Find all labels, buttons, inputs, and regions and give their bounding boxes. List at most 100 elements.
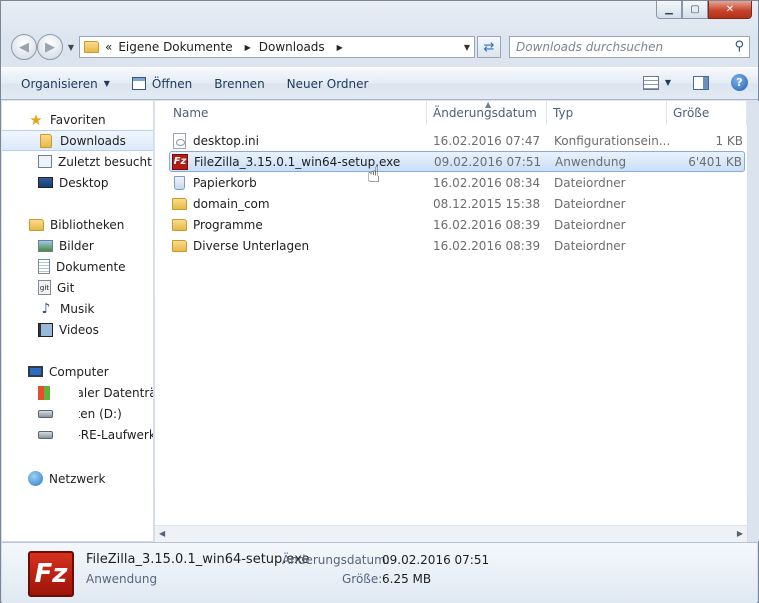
file-row[interactable]: Papierkorb 16.02.2016 08:34 Dateiordner	[169, 172, 745, 193]
new-folder-label: Neuer Ordner	[286, 76, 369, 91]
folder-icon	[84, 41, 99, 53]
refresh-icon: ⇄	[483, 39, 495, 55]
hand-pointer-icon: ☝	[367, 163, 381, 188]
nav-videos[interactable]: Videos	[2, 319, 153, 340]
nav-libraries[interactable]: Bibliotheken	[2, 214, 153, 235]
nav-git-label: Git	[57, 280, 75, 295]
back-button[interactable]: ◀	[11, 34, 37, 60]
nav-desktop[interactable]: Desktop	[2, 172, 153, 193]
nav-music[interactable]: ♪ Musik	[2, 298, 153, 319]
file-row[interactable]: domain_com 08.12.2015 15:38 Dateiordner	[169, 193, 745, 214]
pictures-library-icon	[38, 239, 53, 252]
breadcrumb-separator-icon[interactable]: ▶	[337, 43, 343, 52]
open-button[interactable]: Öffnen	[124, 72, 200, 96]
nav-network[interactable]: Netzwerk	[2, 468, 153, 489]
file-row[interactable]: desktop.ini 16.02.2016 07:47 Konfigurati…	[169, 130, 745, 151]
breadcrumb-downloads[interactable]: Downloads	[259, 40, 325, 54]
file-modified: 09.02.2016 07:51	[434, 154, 542, 169]
file-size: 6'401 KB	[688, 154, 742, 169]
details-pane: Fz FileZilla_3.15.0.1_win64-setup.exe An…	[2, 542, 757, 603]
filezilla-icon: Fz	[172, 153, 188, 170]
music-library-icon: ♪	[41, 300, 51, 317]
computer-icon	[28, 366, 43, 377]
star-icon: ★	[29, 110, 43, 129]
file-name: Diverse Unterlagen	[193, 238, 310, 253]
address-dropdown-icon[interactable]: ▼	[464, 43, 470, 52]
file-type: Konfigurationsein...	[554, 133, 671, 148]
file-row[interactable]: Diverse Unterlagen 16.02.2016 08:39 Date…	[169, 235, 745, 256]
column-header-size[interactable]: Größe	[667, 101, 747, 125]
file-list: Name Änderungsdatum ▲ Typ Größe desktop.…	[155, 100, 747, 541]
nav-computer[interactable]: Computer	[2, 361, 153, 382]
scroll-left-icon[interactable]: ◀	[159, 529, 165, 538]
downloads-folder-icon	[38, 133, 54, 149]
chevron-down-icon: ▼	[103, 79, 110, 88]
organize-button[interactable]: Organisieren ▼	[13, 72, 118, 96]
nav-recent[interactable]: Zuletzt besucht	[2, 151, 153, 172]
file-name: domain_com	[193, 196, 270, 211]
videos-library-icon	[38, 322, 53, 337]
nav-computer-label: Computer	[49, 364, 109, 379]
caption-buttons: ▁ ▢ ✕	[656, 1, 752, 19]
breadcrumb-overflow[interactable]: «	[105, 40, 112, 54]
burn-button[interactable]: Brennen	[206, 72, 272, 96]
nav-downloads-label: Downloads	[60, 133, 126, 148]
burn-label: Brennen	[214, 76, 265, 91]
close-button[interactable]: ✕	[708, 1, 752, 19]
window-edge	[748, 101, 759, 541]
horizontal-scrollbar[interactable]: ◀ ▶	[155, 525, 747, 542]
nav-git[interactable]: git Git	[2, 277, 153, 298]
filezilla-large-icon: Fz	[28, 551, 74, 597]
nav-music-label: Musik	[60, 301, 95, 316]
file-row[interactable]: Programme 16.02.2016 08:39 Dateiordner	[169, 214, 745, 235]
file-type: Dateiordner	[554, 175, 626, 190]
nav-documents[interactable]: Dokumente	[2, 256, 153, 277]
change-view-icon[interactable]	[642, 75, 659, 90]
file-size: 1 KB	[715, 133, 743, 148]
breadcrumb-separator-icon[interactable]: ▶	[245, 43, 251, 52]
nav-documents-label: Dokumente	[56, 259, 126, 274]
forward-button[interactable]: ▶	[37, 34, 63, 60]
search-input[interactable]: Downloads durchsuchen ⚲	[509, 36, 750, 58]
folder-icon	[171, 196, 187, 212]
nav-videos-label: Videos	[59, 322, 99, 337]
recycle-bin-icon	[171, 175, 187, 191]
column-header-type[interactable]: Typ	[547, 101, 667, 125]
column-headers: Name Änderungsdatum ▲ Typ Größe	[155, 100, 747, 125]
file-modified: 16.02.2016 08:34	[433, 175, 541, 190]
maximize-button[interactable]: ▢	[682, 1, 708, 19]
details-size-value: 6.25 MB	[382, 572, 432, 586]
minimize-button[interactable]: ▁	[656, 1, 682, 19]
nav-libraries-label: Bibliotheken	[50, 217, 125, 232]
forward-arrow-icon: ▶	[45, 39, 55, 55]
command-bar: Organisieren ▼ Öffnen Brennen Neuer Ordn…	[1, 67, 758, 100]
file-name: Programme	[193, 217, 263, 232]
nav-network-label: Netzwerk	[49, 471, 106, 486]
git-library-icon: git	[38, 280, 51, 295]
nav-downloads[interactable]: Downloads	[2, 130, 153, 151]
windows-drive-icon	[38, 385, 50, 400]
chevron-down-icon: ▼	[67, 42, 75, 52]
nav-desktop-label: Desktop	[59, 175, 109, 190]
details-modified-label: Änderungsdatum:	[282, 553, 390, 567]
file-row-selected[interactable]: Fz FileZilla_3.15.0.1_win64-setup.exe 09…	[169, 151, 745, 172]
details-size-label: Größe:	[342, 572, 383, 586]
search-placeholder: Downloads durchsuchen	[516, 40, 664, 54]
file-modified: 08.12.2015 15:38	[433, 196, 541, 211]
sort-ascending-icon: ▲	[485, 100, 492, 109]
preview-pane-icon[interactable]	[693, 75, 709, 90]
recent-pages-dropdown[interactable]: ▼	[65, 41, 77, 53]
address-bar[interactable]: « Eigene Dokumente ▶ Downloads ▶ ▼	[79, 36, 475, 58]
breadcrumb-eigene-dokumente[interactable]: Eigene Dokumente	[118, 40, 232, 54]
search-icon[interactable]: ⚲	[734, 39, 744, 54]
hard-drive-icon	[38, 409, 53, 418]
new-folder-button[interactable]: Neuer Ordner	[279, 72, 377, 96]
nav-pictures[interactable]: Bilder	[2, 235, 153, 256]
scroll-right-icon[interactable]: ▶	[737, 529, 743, 538]
column-header-name[interactable]: Name	[167, 101, 427, 125]
nav-favorites[interactable]: ★ Favoriten	[2, 109, 153, 130]
help-icon[interactable]: ?	[731, 74, 748, 91]
file-modified: 16.02.2016 07:47	[433, 133, 541, 148]
refresh-button[interactable]: ⇄	[477, 36, 501, 58]
view-options-chevron-icon[interactable]: ▼	[665, 78, 671, 87]
